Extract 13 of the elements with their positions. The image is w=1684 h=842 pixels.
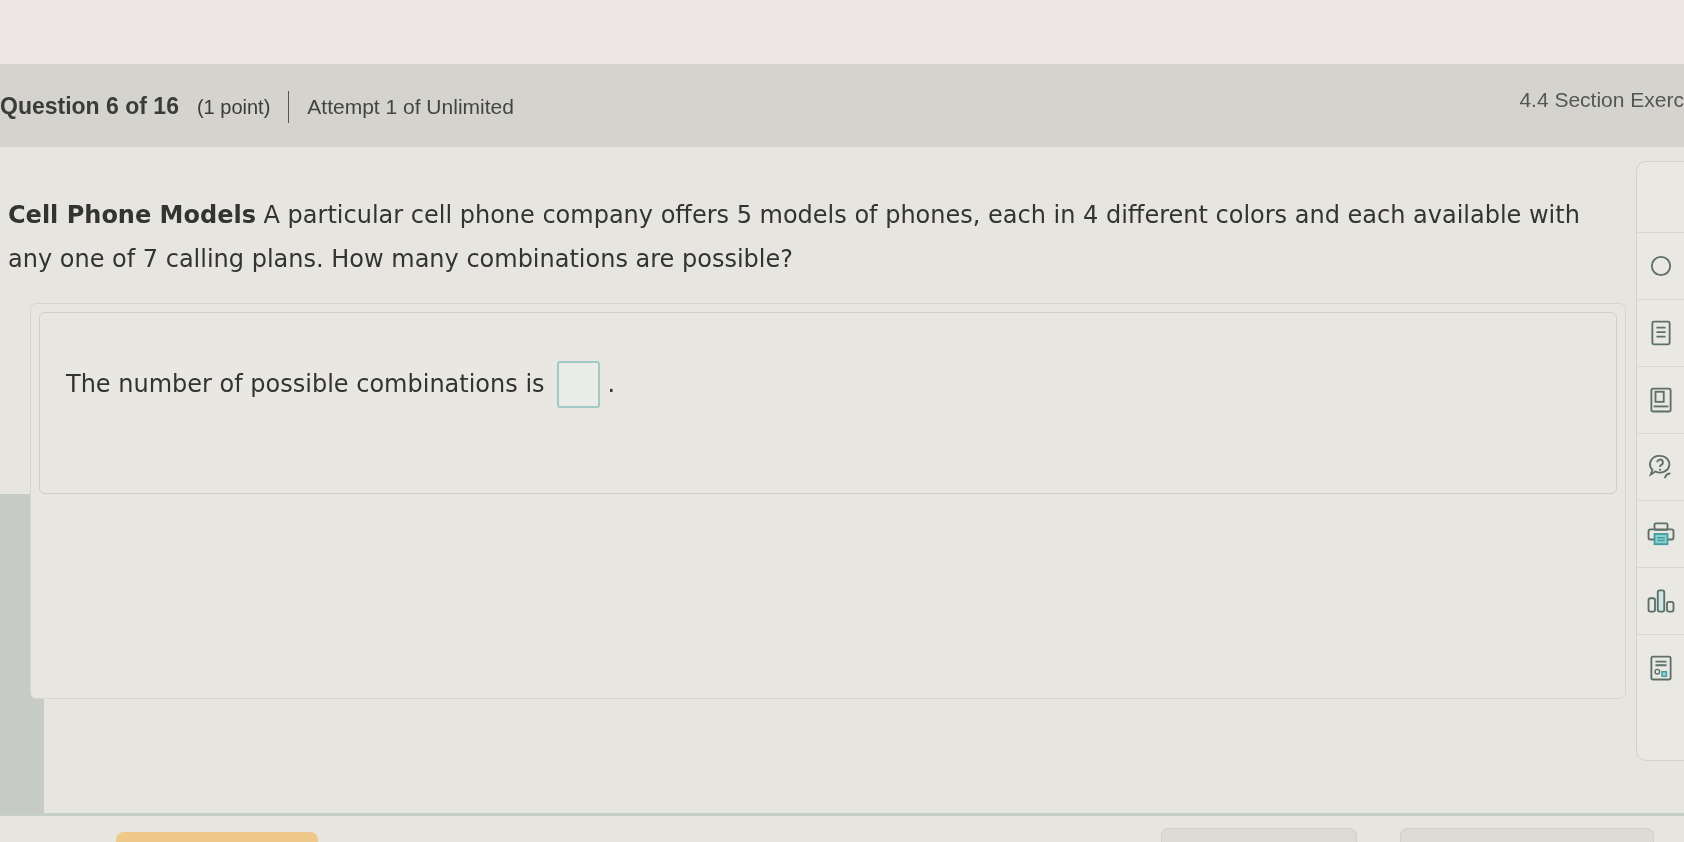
question-number: Question 6 of 16 (0, 93, 179, 120)
bar-chart-icon[interactable] (1646, 589, 1675, 613)
printer-icon[interactable] (1646, 522, 1675, 546)
attempt-label: Attempt 1 of Unlimited (307, 94, 514, 119)
tablet-icon[interactable] (1649, 387, 1672, 413)
circle-icon[interactable] (1649, 255, 1672, 277)
document-list-icon[interactable] (1650, 320, 1671, 346)
points-label: (1 point) (196, 90, 290, 123)
question-text: Cell Phone Models A particular cell phone company offers 5 models of phones, each in 4 different colors and each available with any one of 7 calling plans. How many combinations are possible? (8, 200, 1581, 275)
period-text: . (607, 369, 616, 400)
answer-prompt: The number of possible combinations is (66, 369, 545, 400)
section-title: 4.4 Section Exerc (1519, 87, 1684, 112)
document-shapes-icon[interactable] (1649, 655, 1672, 681)
